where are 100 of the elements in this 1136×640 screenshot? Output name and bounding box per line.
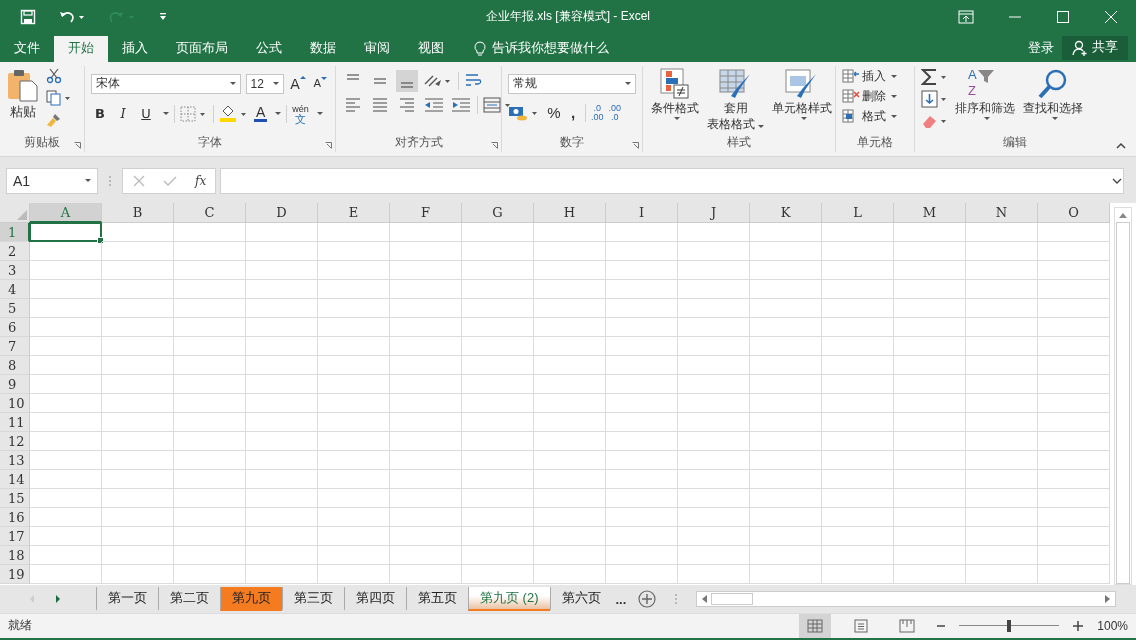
zoom-level[interactable]: 100%: [1097, 619, 1128, 633]
grid-cell[interactable]: [822, 260, 894, 280]
grid-cell[interactable]: [462, 336, 534, 356]
grid-cell[interactable]: [678, 450, 750, 470]
grid-cell[interactable]: [102, 222, 174, 242]
grid-cell[interactable]: [30, 336, 102, 356]
grid-cell[interactable]: [606, 241, 678, 261]
grid-cell[interactable]: [30, 412, 102, 432]
grid-cell[interactable]: [174, 545, 246, 565]
grid-cell[interactable]: [534, 545, 606, 565]
grid-cell[interactable]: [966, 507, 1038, 527]
grid-cell[interactable]: [102, 355, 174, 375]
grid-cell[interactable]: [318, 545, 390, 565]
grid-cell[interactable]: [966, 450, 1038, 470]
grid-cell[interactable]: [678, 412, 750, 432]
grid-cell[interactable]: [1038, 431, 1110, 451]
grid-cell[interactable]: [174, 431, 246, 451]
dialog-launcher-icon[interactable]: [325, 141, 332, 149]
grid-cell[interactable]: [462, 545, 534, 565]
grid-cell[interactable]: [30, 355, 102, 375]
dialog-launcher-icon[interactable]: [491, 141, 498, 149]
grid-cell[interactable]: [30, 279, 102, 299]
grid-cell[interactable]: [750, 393, 822, 413]
sheet-tab[interactable]: 第九页 (2): [468, 587, 550, 611]
grid-cell[interactable]: [966, 469, 1038, 489]
grid-cell[interactable]: [318, 564, 390, 584]
grid-cell[interactable]: [390, 545, 462, 565]
grid-cell[interactable]: [102, 545, 174, 565]
splitter-icon[interactable]: [674, 592, 679, 606]
grid-cell[interactable]: [390, 469, 462, 489]
grid-cell[interactable]: [246, 545, 318, 565]
grid-cell[interactable]: [318, 507, 390, 527]
grid-cell[interactable]: [390, 450, 462, 470]
grid-cell[interactable]: [966, 241, 1038, 261]
grid-cell[interactable]: [894, 412, 966, 432]
paste-button[interactable]: 粘贴: [6, 67, 40, 121]
scroll-up-icon[interactable]: [1119, 211, 1127, 218]
ribbon-tab[interactable]: 视图: [404, 35, 458, 62]
grid-cell[interactable]: [606, 317, 678, 337]
grid-cell[interactable]: [102, 336, 174, 356]
grid-cell[interactable]: [318, 298, 390, 318]
grid-cell[interactable]: [534, 469, 606, 489]
grid-cell[interactable]: [606, 298, 678, 318]
cell-styles-button[interactable]: 单元格样式: [770, 65, 834, 134]
grid-cell[interactable]: [102, 564, 174, 584]
grid-cell[interactable]: [678, 260, 750, 280]
grid-cell[interactable]: [750, 431, 822, 451]
column-header[interactable]: J: [678, 202, 750, 223]
grid-cell[interactable]: [534, 412, 606, 432]
grid-cell[interactable]: [966, 564, 1038, 584]
grid-cell[interactable]: [1038, 469, 1110, 489]
grid-cell[interactable]: [750, 488, 822, 508]
grid-cell[interactable]: [246, 260, 318, 280]
grid-cell[interactable]: [318, 336, 390, 356]
grid-cell[interactable]: [390, 564, 462, 584]
grid-cell[interactable]: [462, 222, 534, 242]
grid-cell[interactable]: [390, 336, 462, 356]
grid-cell[interactable]: [462, 488, 534, 508]
grid-cell[interactable]: [246, 374, 318, 394]
grid-cell[interactable]: [678, 241, 750, 261]
grid-cell[interactable]: [894, 450, 966, 470]
grid-cell[interactable]: [246, 241, 318, 261]
sheet-tab[interactable]: 第六页: [549, 587, 612, 611]
grid-cell[interactable]: [534, 260, 606, 280]
grid-cell[interactable]: [318, 355, 390, 375]
grid-cell[interactable]: [318, 469, 390, 489]
grid-cell[interactable]: [318, 241, 390, 261]
ribbon-tab[interactable]: 审阅: [350, 35, 404, 62]
grid-cell[interactable]: [822, 412, 894, 432]
grid-cell[interactable]: [534, 298, 606, 318]
column-header[interactable]: G: [462, 202, 534, 223]
grid-cell[interactable]: [822, 298, 894, 318]
grid-cell[interactable]: [750, 279, 822, 299]
grid-cell[interactable]: [750, 260, 822, 280]
grid-cell[interactable]: [606, 526, 678, 546]
grid-cell[interactable]: [246, 469, 318, 489]
grid-cell[interactable]: [174, 469, 246, 489]
grid-cell[interactable]: [606, 355, 678, 375]
ribbon-tab[interactable]: 页面布局: [162, 35, 242, 62]
grid-cell[interactable]: [606, 545, 678, 565]
sheet-tab[interactable]: 第一页: [96, 587, 158, 611]
grid-cell[interactable]: [462, 260, 534, 280]
more-sheets-button[interactable]: ...: [615, 591, 627, 607]
grid-cell[interactable]: [174, 298, 246, 318]
grid-cell[interactable]: [390, 222, 462, 242]
format-as-table-button[interactable]: 套用 表格格式: [705, 65, 766, 134]
conditional-formatting-button[interactable]: 条件格式: [649, 65, 701, 134]
grid-cell[interactable]: [750, 241, 822, 261]
grid-cell[interactable]: [462, 298, 534, 318]
share-button[interactable]: 共享: [1062, 35, 1128, 60]
grid-cell[interactable]: [750, 298, 822, 318]
grid-cell[interactable]: [462, 564, 534, 584]
grid-cell[interactable]: [1038, 355, 1110, 375]
ribbon-tab[interactable]: 插入: [108, 35, 162, 62]
grid-cell[interactable]: [894, 241, 966, 261]
grid-cell[interactable]: [1038, 564, 1110, 584]
grid-cell[interactable]: [462, 507, 534, 527]
grid-cell[interactable]: [606, 279, 678, 299]
grid-cell[interactable]: [750, 450, 822, 470]
grid-cell[interactable]: [966, 336, 1038, 356]
